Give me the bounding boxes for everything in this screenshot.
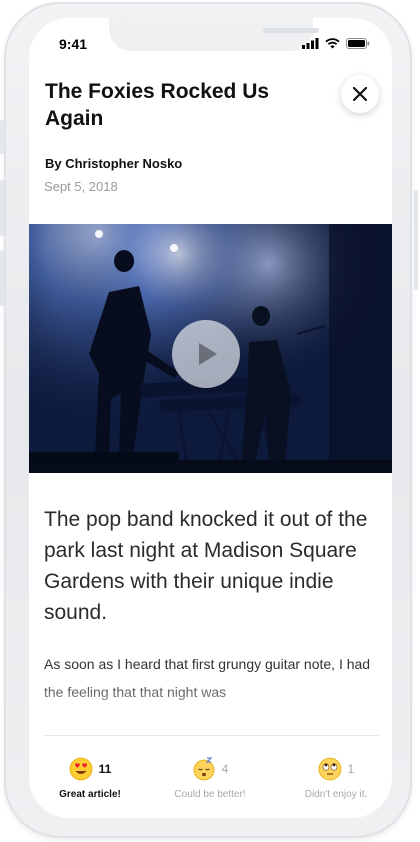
side-button-left-3: [0, 250, 4, 306]
reaction-count: 1: [347, 762, 355, 776]
article-title: The Foxies Rocked Us Again: [45, 80, 270, 130]
status-time: 9:41: [59, 36, 88, 52]
play-icon: [199, 343, 217, 365]
hero-video[interactable]: [29, 224, 392, 473]
reaction-label: Didn't enjoy it.: [304, 789, 368, 800]
reaction-count: 4: [221, 762, 229, 776]
reaction-great[interactable]: 11 Great article!: [35, 756, 145, 800]
article-lead: The pop band knocked it out of the park …: [44, 508, 368, 624]
reaction-count: 11: [98, 762, 112, 776]
rolling-eyes-emoji-icon: [318, 757, 342, 781]
signal-icon: [302, 38, 319, 49]
reaction-label: Great article!: [59, 789, 121, 800]
battery-icon: [346, 38, 370, 49]
close-icon: [353, 87, 367, 101]
status-icons: [302, 38, 370, 49]
speaker: [263, 28, 319, 33]
notch: [109, 18, 319, 51]
reaction-could-be-better[interactable]: 4 Could be better!: [155, 756, 265, 800]
sleepy-emoji-icon: [193, 757, 215, 781]
article-date: Sept 5, 2018: [44, 179, 118, 194]
play-button[interactable]: [172, 320, 240, 388]
reaction-didnt-enjoy[interactable]: 1 Didn't enjoy it.: [281, 756, 391, 800]
text-fade: [29, 678, 392, 734]
heart-eyes-emoji-icon: [69, 757, 93, 781]
phone-screen: 9:41 The Foxies Rocked Us Again By Chris…: [29, 18, 392, 818]
reaction-label: Could be better!: [174, 789, 246, 800]
wifi-icon: [325, 38, 340, 49]
side-button-right: [414, 190, 418, 290]
close-button[interactable]: [341, 75, 379, 113]
side-button-left-2: [0, 180, 4, 236]
article-author: By Christopher Nosko: [45, 156, 183, 171]
side-button-left-1: [0, 120, 4, 154]
divider: [44, 735, 379, 736]
